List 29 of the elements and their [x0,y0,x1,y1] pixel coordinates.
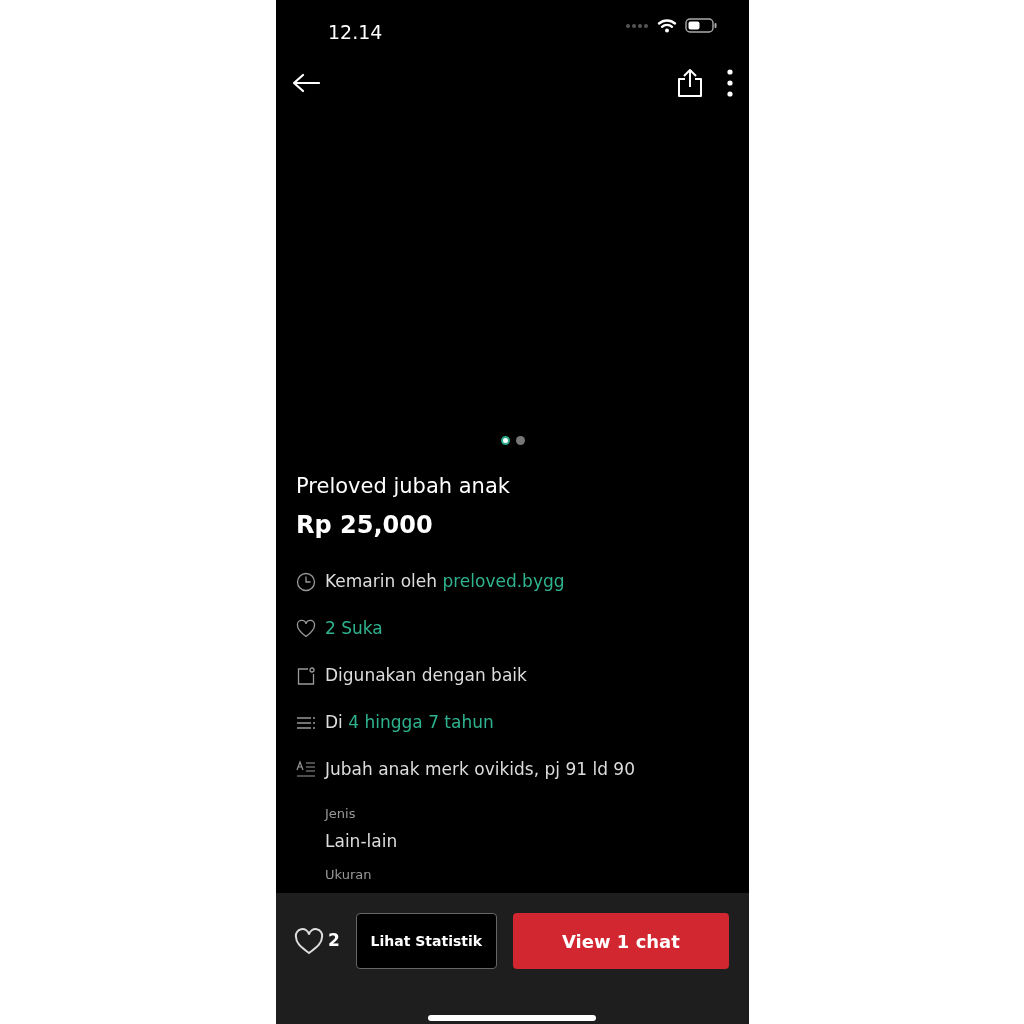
listing-price: Rp 25,000 [296,509,434,541]
attribute-label: Ukuran [325,865,373,884]
statistics-button[interactable]: Lihat Statistik [355,913,497,969]
share-icon[interactable] [677,67,703,98]
detail-text: Digunakan dengan baik [325,664,527,688]
like-count: 2 [328,929,340,953]
listing-title: Preloved jubah anak [296,473,511,500]
detail-text: Jubah anak merk ovikids, pj 91 ld 90 [325,758,635,782]
status-time: 12.14 [328,20,383,45]
more-options-icon[interactable] [727,68,733,97]
clock-icon [296,572,316,592]
view-chat-button[interactable]: View 1 chat [512,913,729,969]
attribute-label: Jenis [325,804,357,823]
carousel-dot[interactable] [500,436,510,445]
tag-icon [296,666,316,686]
description-icon [296,760,316,780]
detail-text: Kemarin oleh preloved.bygg [325,570,565,594]
detail-link[interactable]: preloved.bygg [442,571,565,592]
detail-link[interactable]: 4 hingga 7 tahun [348,712,494,733]
attribute-value: Lain-lain [325,830,399,853]
back-arrow-icon[interactable] [292,72,320,93]
carousel-dot[interactable] [515,436,525,445]
heart-icon [296,619,316,639]
signal-icon [625,22,649,29]
wifi-icon [657,18,677,33]
battery-icon [685,18,717,33]
heart-icon[interactable] [294,927,324,955]
likes-link[interactable]: 2 Suka [325,616,383,642]
detail-text: Di 4 hingga 7 tahun [325,711,494,735]
